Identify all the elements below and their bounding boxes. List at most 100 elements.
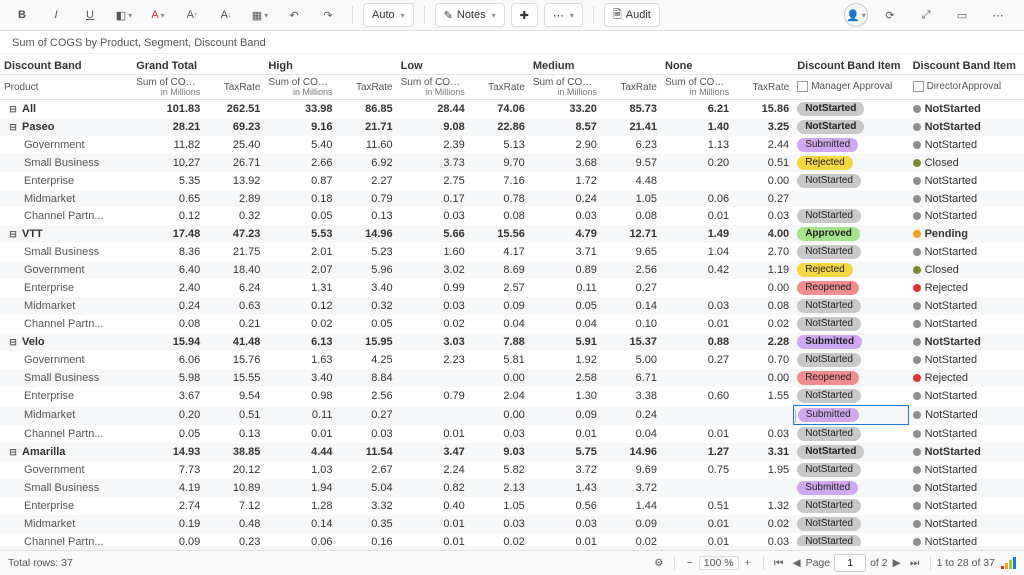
mgr-status-cell[interactable]: NotStarted bbox=[793, 533, 908, 546]
cell-value[interactable]: 0.02 bbox=[601, 533, 661, 546]
cell-value[interactable]: 2.66 bbox=[264, 154, 336, 172]
table-row[interactable]: Enterprise2.747.121.283.320.401.050.561.… bbox=[0, 497, 1024, 515]
cell-value[interactable]: 0.08 bbox=[601, 207, 661, 225]
page-input[interactable] bbox=[834, 554, 866, 572]
cell-value[interactable]: 4.17 bbox=[469, 243, 529, 261]
dir-status-cell[interactable]: NotStarted bbox=[909, 515, 1024, 533]
cell-value[interactable]: 15.37 bbox=[601, 333, 661, 351]
cell-value[interactable]: 0.98 bbox=[264, 387, 336, 406]
cell-value[interactable]: 7.16 bbox=[469, 172, 529, 190]
cell-value[interactable]: 0.51 bbox=[733, 154, 793, 172]
table-row[interactable]: Midmarket0.200.510.110.270.000.090.24Sub… bbox=[0, 406, 1024, 425]
dir-status-cell[interactable]: NotStarted bbox=[909, 207, 1024, 225]
cell-value[interactable]: 0.35 bbox=[337, 515, 397, 533]
cell-value[interactable] bbox=[661, 279, 733, 297]
table-row[interactable]: Midmarket0.240.630.120.320.030.090.050.1… bbox=[0, 297, 1024, 315]
cell-value[interactable]: 0.13 bbox=[204, 425, 264, 444]
mgr-status-cell[interactable]: NotStarted bbox=[793, 118, 908, 136]
cell-value[interactable] bbox=[397, 369, 469, 387]
cell-value[interactable]: 0.12 bbox=[132, 207, 204, 225]
mgr-status-cell[interactable]: NotStarted bbox=[793, 207, 908, 225]
col-cogs[interactable]: Sum of COGS 1.2in Millions bbox=[661, 75, 733, 100]
dir-status-cell[interactable]: NotStarted bbox=[909, 190, 1024, 207]
table-row[interactable]: Midmarket0.190.480.140.350.010.030.030.0… bbox=[0, 515, 1024, 533]
cell-value[interactable]: 18.40 bbox=[204, 261, 264, 279]
table-row[interactable]: ⊟Velo15.9441.486.1315.953.037.885.9115.3… bbox=[0, 333, 1024, 351]
cell-value[interactable]: 6.71 bbox=[601, 369, 661, 387]
cell-value[interactable]: 0.00 bbox=[469, 369, 529, 387]
cell-value[interactable]: 6.21 bbox=[661, 100, 733, 119]
cell-value[interactable]: 5.00 bbox=[601, 351, 661, 369]
cell-value[interactable]: 3.31 bbox=[733, 443, 793, 461]
dir-status-cell[interactable]: NotStarted bbox=[909, 315, 1024, 333]
table-row[interactable]: Midmarket0.652.890.180.790.170.780.241.0… bbox=[0, 190, 1024, 207]
cell-value[interactable]: 0.00 bbox=[733, 369, 793, 387]
cell-value[interactable]: 0.70 bbox=[733, 351, 793, 369]
cell-value[interactable]: 0.02 bbox=[733, 515, 793, 533]
cell-value[interactable]: 1.27 bbox=[661, 443, 733, 461]
cell-value[interactable]: 0.02 bbox=[469, 533, 529, 546]
cell-value[interactable]: 22.86 bbox=[469, 118, 529, 136]
cell-value[interactable]: 0.82 bbox=[397, 479, 469, 497]
dir-status-cell[interactable]: NotStarted bbox=[909, 118, 1024, 136]
cell-value[interactable]: 21.75 bbox=[204, 243, 264, 261]
cell-value[interactable]: 0.63 bbox=[204, 297, 264, 315]
cell-value[interactable]: 101.83 bbox=[132, 100, 204, 119]
cell-value[interactable]: 0.01 bbox=[397, 425, 469, 444]
cell-value[interactable]: 0.08 bbox=[469, 207, 529, 225]
cell-value[interactable]: 5.82 bbox=[469, 461, 529, 479]
cell-value[interactable]: 262.51 bbox=[204, 100, 264, 119]
cell-value[interactable]: 0.24 bbox=[529, 190, 601, 207]
cell-value[interactable]: 1.49 bbox=[661, 225, 733, 243]
cell-value[interactable]: 0.75 bbox=[661, 461, 733, 479]
cell-value[interactable]: 0.11 bbox=[529, 279, 601, 297]
cell-value[interactable]: 1.05 bbox=[601, 190, 661, 207]
cell-value[interactable] bbox=[733, 406, 793, 425]
cell-value[interactable]: 15.56 bbox=[469, 225, 529, 243]
cell-value[interactable]: 3.03 bbox=[397, 333, 469, 351]
cell-value[interactable]: 1.40 bbox=[661, 118, 733, 136]
mgr-status-cell[interactable]: NotStarted bbox=[793, 315, 908, 333]
table-row[interactable]: Channel Partn...0.120.320.050.130.030.08… bbox=[0, 207, 1024, 225]
cell-value[interactable]: 2.57 bbox=[469, 279, 529, 297]
dir-status-cell[interactable]: NotStarted bbox=[909, 172, 1024, 190]
cell-value[interactable]: 0.01 bbox=[661, 315, 733, 333]
cell-value[interactable]: 0.05 bbox=[132, 425, 204, 444]
dir-status-cell[interactable]: NotStarted bbox=[909, 136, 1024, 154]
more-dropdown[interactable]: ⋯▾ bbox=[544, 3, 583, 27]
mgr-status-cell[interactable]: Submitted bbox=[793, 406, 908, 425]
cell-value[interactable]: 2.56 bbox=[601, 261, 661, 279]
cell-value[interactable]: 9.03 bbox=[469, 443, 529, 461]
cell-value[interactable] bbox=[397, 406, 469, 425]
cell-value[interactable] bbox=[661, 406, 733, 425]
table-row[interactable]: Enterprise5.3513.920.872.272.757.161.724… bbox=[0, 172, 1024, 190]
cell-value[interactable]: 2.23 bbox=[397, 351, 469, 369]
cell-value[interactable]: 0.01 bbox=[661, 207, 733, 225]
cell-value[interactable]: 3.32 bbox=[337, 497, 397, 515]
cell-value[interactable] bbox=[733, 479, 793, 497]
table-row[interactable]: Channel Partn...0.080.210.020.050.020.04… bbox=[0, 315, 1024, 333]
cell-value[interactable]: 0.01 bbox=[264, 425, 336, 444]
cell-value[interactable]: 0.02 bbox=[733, 315, 793, 333]
cell-value[interactable]: 0.12 bbox=[264, 297, 336, 315]
dir-status-cell[interactable]: Closed bbox=[909, 261, 1024, 279]
underline-button[interactable]: U bbox=[76, 4, 104, 26]
cell-value[interactable]: 10.89 bbox=[204, 479, 264, 497]
font-color-button[interactable]: A▾ bbox=[144, 4, 172, 26]
mgr-status-cell[interactable]: Rejected bbox=[793, 261, 908, 279]
cell-value[interactable]: 3.73 bbox=[397, 154, 469, 172]
cell-value[interactable]: 0.16 bbox=[337, 533, 397, 546]
cell-value[interactable]: 0.03 bbox=[529, 207, 601, 225]
cell-value[interactable]: 2.24 bbox=[397, 461, 469, 479]
cell-value[interactable]: 4.79 bbox=[529, 225, 601, 243]
undo-button[interactable]: ↶ bbox=[280, 4, 308, 26]
cell-value[interactable]: 6.24 bbox=[204, 279, 264, 297]
cell-value[interactable]: 9.69 bbox=[601, 461, 661, 479]
more-icon[interactable]: ⋯ bbox=[984, 4, 1012, 26]
table-row[interactable]: Enterprise2.406.241.313.400.992.570.110.… bbox=[0, 279, 1024, 297]
cell-value[interactable]: 0.09 bbox=[529, 406, 601, 425]
cell-value[interactable]: 0.04 bbox=[529, 315, 601, 333]
italic-button[interactable]: I bbox=[42, 4, 70, 26]
cell-value[interactable]: 1.63 bbox=[264, 351, 336, 369]
cell-value[interactable]: 0.23 bbox=[204, 533, 264, 546]
